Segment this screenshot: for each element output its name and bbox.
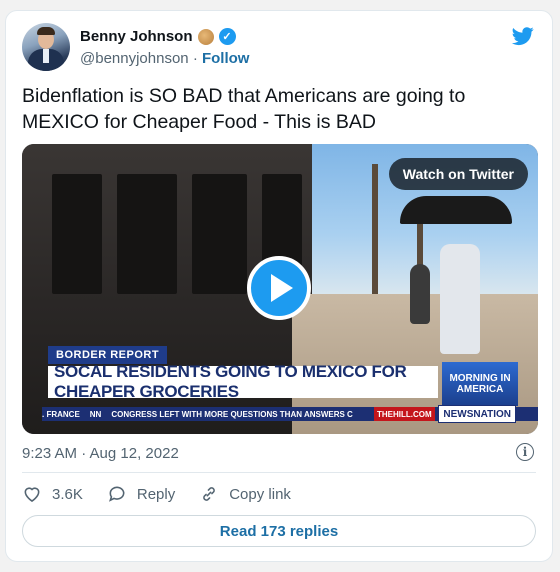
avatar[interactable] [22,23,70,71]
author-name[interactable]: Benny Johnson [80,28,193,45]
like-button[interactable]: 3.6K [22,484,83,504]
show-logo-line2: AMERICA [456,384,504,395]
lower-third-headline: SOCAL RESIDENTS GOING TO MEXICO FOR CHEA… [48,362,438,401]
twitter-bird-icon[interactable] [510,25,536,47]
divider [22,472,536,473]
handle-separator: · [192,50,198,67]
tweet-timestamp[interactable]: 9:23 AM · Aug 12, 2022 [22,445,179,462]
video-media[interactable]: Watch on Twitter BORDER REPORT SOCAL RES… [22,144,538,434]
tweet-header: Benny Johnson ✓ @bennyjohnson · Follow [22,23,536,73]
read-replies-button[interactable]: Read 173 replies [22,515,536,547]
info-icon[interactable]: i [516,443,534,461]
ticker-left: . FRANCE [42,409,80,419]
reply-bubble-icon [108,486,125,502]
reply-label: Reply [136,485,176,503]
link-icon [203,487,216,501]
ticker-mid: NN [89,409,102,419]
medal-icon [197,28,214,45]
verified-badge-icon: ✓ [218,28,236,45]
like-count: 3.6K [52,485,83,503]
show-logo-line1: MORNING IN [449,373,511,384]
author-handle-row: @bennyjohnson · Follow [80,50,249,67]
umbrella-figure [400,196,512,224]
ticker-text: CONGRESS LEFT WITH MORE QUESTIONS THAN A… [111,409,353,419]
heart-icon [24,487,40,503]
copy-link-button[interactable]: Copy link [199,484,291,504]
show-logo: MORNING IN AMERICA [442,362,518,406]
network-logo: NEWSNATION [438,405,516,423]
ticker-source: THEHILL.COM [374,407,435,421]
follow-link[interactable]: Follow [202,50,250,67]
author-handle[interactable]: @bennyjohnson [80,50,189,67]
tweet-card: Benny Johnson ✓ @bennyjohnson · Follow B… [5,10,553,562]
copy-link-label: Copy link [229,485,291,503]
reply-button[interactable]: Reply [107,484,175,504]
play-icon[interactable] [247,256,311,320]
author-name-row: Benny Johnson ✓ [80,28,236,45]
tweet-actions: 3.6K Reply Copy link [22,483,315,505]
tweet-text: Bidenflation is SO BAD that Americans ar… [22,85,466,133]
watch-on-twitter-button[interactable]: Watch on Twitter [388,158,528,190]
